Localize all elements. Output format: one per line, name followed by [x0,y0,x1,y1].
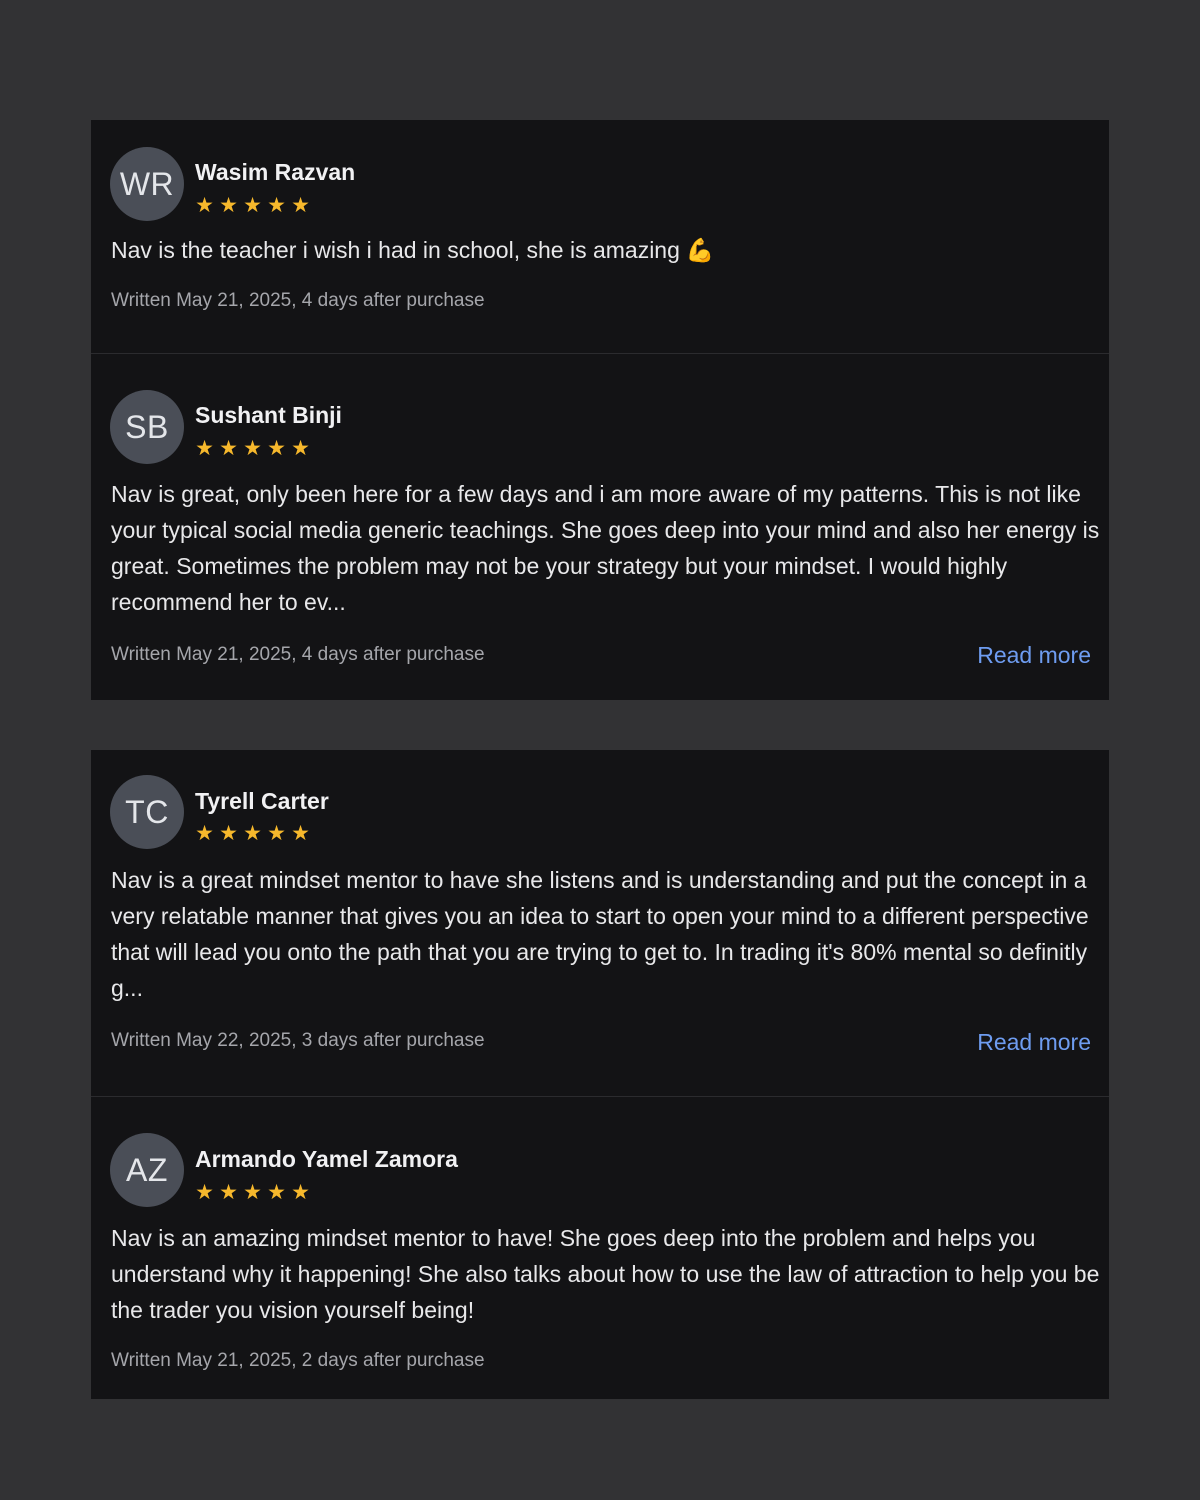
star-icon: ★ [291,194,310,217]
star-icon: ★ [219,194,238,217]
flexed-biceps-emoji-icon: 💪 [685,238,715,264]
reviewer-name: Wasim Razvan [195,159,356,185]
reviewer-name: Tyrell Carter [195,788,329,814]
avatar: WR [110,147,184,221]
review-card-group-1: WR Wasim Razvan ★ ★ ★ ★ ★ Nav is the tea… [91,120,1109,700]
star-icon: ★ [195,822,214,845]
star-icon: ★ [267,822,286,845]
star-icon: ★ [243,822,262,845]
avatar: TC [110,775,184,849]
star-icon: ★ [291,437,310,460]
review-item: SB Sushant Binji ★ ★ ★ ★ ★ Nav is great,… [91,354,1109,700]
avatar: AZ [110,1133,184,1207]
star-rating: ★ ★ ★ ★ ★ [195,438,310,459]
star-icon: ★ [243,437,262,460]
review-meta: Written May 21, 2025, 4 days after purch… [111,290,485,311]
review-meta: Written May 22, 2025, 3 days after purch… [111,1030,485,1051]
read-more-link[interactable]: Read more [977,642,1091,669]
star-rating: ★ ★ ★ ★ ★ [195,1182,310,1203]
read-more-link[interactable]: Read more [977,1029,1091,1056]
star-icon: ★ [291,1181,310,1204]
star-icon: ★ [219,437,238,460]
review-meta: Written May 21, 2025, 4 days after purch… [111,644,485,665]
star-rating: ★ ★ ★ ★ ★ [195,823,310,844]
star-icon: ★ [195,194,214,217]
reviewer-name: Armando Yamel Zamora [195,1146,458,1172]
avatar: SB [110,390,184,464]
star-icon: ★ [267,437,286,460]
star-icon: ★ [195,1181,214,1204]
review-card-group-2: TC Tyrell Carter ★ ★ ★ ★ ★ Nav is a grea… [91,750,1109,1399]
review-item: TC Tyrell Carter ★ ★ ★ ★ ★ Nav is a grea… [91,750,1109,1096]
reviewer-name: Sushant Binji [195,402,342,428]
star-icon: ★ [291,822,310,845]
star-rating: ★ ★ ★ ★ ★ [195,195,310,216]
review-item: AZ Armando Yamel Zamora ★ ★ ★ ★ ★ Nav is… [91,1097,1109,1399]
star-icon: ★ [243,1181,262,1204]
star-icon: ★ [195,437,214,460]
star-icon: ★ [243,194,262,217]
review-text: Nav is the teacher i wish i had in schoo… [111,237,680,263]
star-icon: ★ [267,194,286,217]
star-icon: ★ [219,1181,238,1204]
review-meta: Written May 21, 2025, 2 days after purch… [111,1350,485,1371]
review-text: Nav is great, only been here for a few d… [111,481,1100,615]
review-item: WR Wasim Razvan ★ ★ ★ ★ ★ Nav is the tea… [91,120,1109,353]
review-text: Nav is an amazing mindset mentor to have… [111,1225,1100,1323]
review-text-row: Nav is the teacher i wish i had in schoo… [111,232,1101,269]
star-icon: ★ [219,822,238,845]
star-icon: ★ [267,1181,286,1204]
review-text: Nav is a great mindset mentor to have sh… [111,867,1089,1001]
